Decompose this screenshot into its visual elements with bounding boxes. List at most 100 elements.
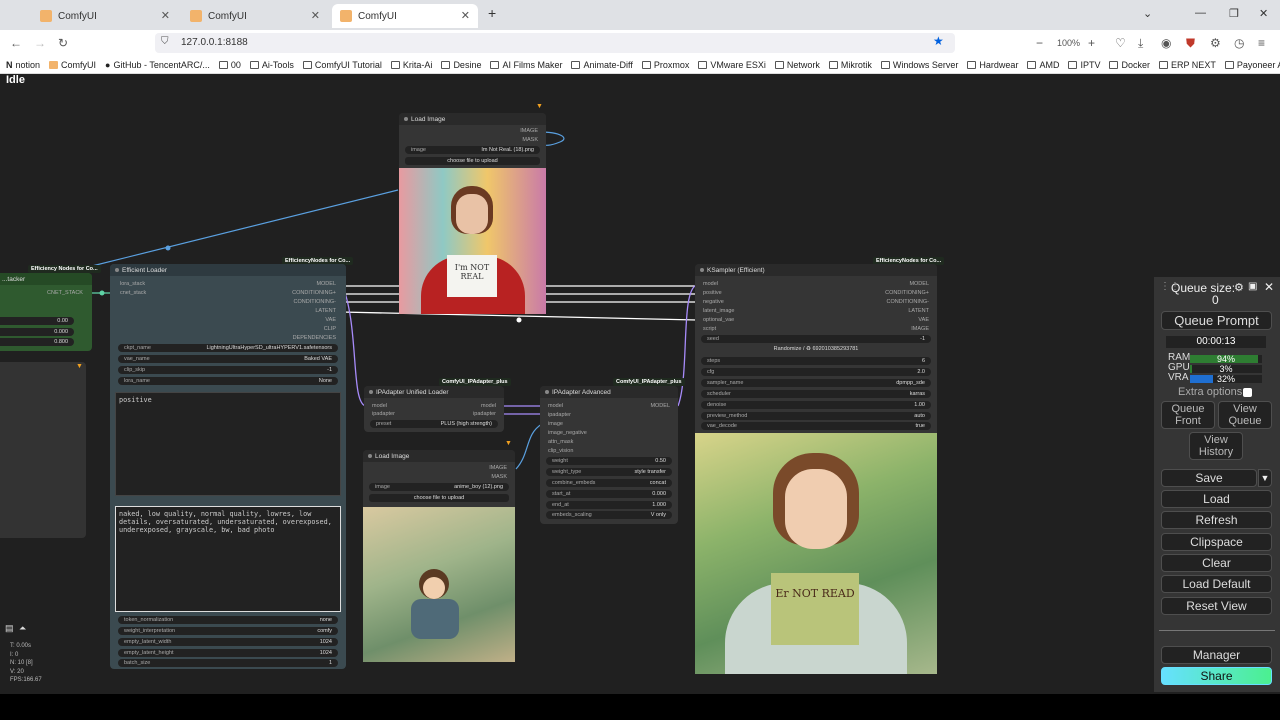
output-image[interactable]: IMAGE bbox=[520, 128, 538, 134]
reset-view-button[interactable]: Reset View bbox=[1161, 597, 1272, 615]
list-tabs-icon[interactable]: ⌄ bbox=[1143, 7, 1152, 20]
output-dependencies[interactable]: DEPENDENCIES bbox=[293, 335, 336, 341]
bell-icon[interactable]: ⏶ bbox=[19, 623, 26, 634]
output-image[interactable]: IMAGE bbox=[489, 465, 507, 471]
browser-tab-2[interactable]: ComfyUI ✕ bbox=[182, 4, 328, 28]
widget-sampler-name[interactable]: sampler_name dpmpp_sde bbox=[701, 379, 931, 387]
close-window-icon[interactable]: ✕ bbox=[1259, 7, 1268, 20]
widget-image-select[interactable]: image anime_boy (12).png bbox=[369, 483, 509, 491]
back-icon[interactable]: ← bbox=[10, 36, 22, 50]
ipadapter-unified-loader-node[interactable]: IPAdapter Unified Loader model ipadapter… bbox=[364, 386, 504, 432]
widget-seed[interactable]: seed -1 bbox=[701, 335, 931, 343]
widget-weight-interpretation[interactable]: weight_interpretation comfy bbox=[118, 627, 338, 635]
input-model[interactable]: model bbox=[703, 281, 718, 287]
node-title[interactable]: Load Image bbox=[399, 113, 546, 125]
zoom-out-icon[interactable]: − bbox=[1036, 36, 1043, 50]
bookmark-folder[interactable]: Hardwear bbox=[967, 60, 1018, 70]
widget-scheduler[interactable]: scheduler karras bbox=[701, 390, 931, 398]
bookmark-folder[interactable]: Windows Server bbox=[880, 60, 958, 70]
output-conditioning-pos[interactable]: CONDITIONING+ bbox=[885, 290, 929, 296]
output-conditioning-pos[interactable]: CONDITIONING+ bbox=[292, 290, 336, 296]
bookmark-folder[interactable]: Network bbox=[774, 60, 820, 70]
settings-gear-icon[interactable]: ⚙ bbox=[1234, 281, 1244, 294]
node-title[interactable]: Load Image bbox=[363, 450, 515, 462]
zoom-level[interactable]: 100% bbox=[1057, 38, 1080, 48]
randomize-seed-button[interactable]: Randomize / ♻ 692010385293781 bbox=[701, 346, 931, 352]
maximize-icon[interactable]: ❐ bbox=[1229, 7, 1239, 20]
output-vae[interactable]: VAE bbox=[325, 317, 336, 323]
output-image[interactable]: IMAGE bbox=[911, 326, 929, 332]
address-bar[interactable]: ⛉ 127.0.0.1:8188 ★ bbox=[155, 33, 955, 53]
bookmark-folder[interactable]: Mikrotik bbox=[828, 60, 872, 70]
negative-prompt-input[interactable]: naked, low quality, normal quality, lowr… bbox=[115, 506, 341, 612]
new-tab-icon[interactable]: + bbox=[488, 5, 496, 21]
input-ipadapter[interactable]: ipadapter bbox=[548, 412, 571, 418]
output-latent[interactable]: LATENT bbox=[315, 308, 336, 314]
history-icon[interactable]: ◷ bbox=[1234, 36, 1244, 50]
pin-icon[interactable]: ▼ bbox=[505, 440, 512, 447]
input-image-negative[interactable]: image_negative bbox=[548, 430, 587, 436]
account-icon[interactable]: ◉ bbox=[1161, 36, 1171, 50]
output-model[interactable]: model bbox=[481, 403, 496, 409]
output-model[interactable]: MODEL bbox=[316, 281, 336, 287]
bookmark-github[interactable]: ● GitHub - TencentARC/... bbox=[105, 60, 210, 70]
node-graph-canvas[interactable]: Idle ...tacker CNET_STACK 0.00 0.000 0.8… bbox=[0, 74, 1280, 694]
bookmark-folder[interactable]: ComfyUI Tutorial bbox=[302, 60, 382, 70]
bookmark-folder[interactable]: VMware ESXi bbox=[698, 60, 766, 70]
pin-icon[interactable]: ▼ bbox=[536, 103, 543, 110]
close-tab-icon[interactable]: ✕ bbox=[461, 9, 470, 22]
bookmark-star-icon[interactable]: ★ bbox=[933, 34, 944, 48]
upload-button[interactable]: choose file to upload bbox=[369, 494, 509, 502]
manager-button[interactable]: Manager bbox=[1161, 646, 1272, 664]
image-feed-icon[interactable]: ▣ bbox=[1248, 281, 1257, 292]
bookmark-folder[interactable]: ERP NEXT bbox=[1158, 60, 1216, 70]
widget-vae-decode[interactable]: vae_decode true bbox=[701, 422, 931, 430]
stacker-widget[interactable]: 0.800 bbox=[0, 338, 74, 346]
panel-toggle-icon[interactable]: ▤ bbox=[5, 623, 14, 634]
input-optional-vae[interactable]: optional_vae bbox=[703, 317, 734, 323]
widget-preview-method[interactable]: preview_method auto bbox=[701, 412, 931, 420]
upload-button[interactable]: choose file to upload bbox=[405, 157, 540, 165]
close-tab-icon[interactable]: ✕ bbox=[161, 9, 170, 22]
widget-image-select[interactable]: image Im Not ReaL (18).png bbox=[405, 146, 540, 154]
widget-lora-name[interactable]: lora_name None bbox=[118, 377, 338, 385]
bookmark-folder[interactable]: 00 bbox=[218, 60, 241, 70]
output-clip[interactable]: CLIP bbox=[324, 326, 336, 332]
node-title[interactable]: KSampler (Efficient) bbox=[695, 264, 937, 276]
output-conditioning-neg[interactable]: CONDITIONING- bbox=[887, 299, 929, 305]
output-ipadapter[interactable]: ipadapter bbox=[473, 411, 496, 417]
input-model[interactable]: model bbox=[548, 403, 563, 409]
minimize-icon[interactable]: — bbox=[1195, 7, 1206, 19]
input-latent-image[interactable]: latent_image bbox=[703, 308, 735, 314]
refresh-button[interactable]: Refresh bbox=[1161, 511, 1272, 529]
downloads-icon[interactable]: ⤓ bbox=[1138, 36, 1143, 51]
settings-gear-icon[interactable]: ⚙ bbox=[1210, 36, 1221, 50]
share-button[interactable]: Share bbox=[1161, 667, 1272, 685]
output-vae[interactable]: VAE bbox=[918, 317, 929, 323]
input-model[interactable]: model bbox=[372, 403, 387, 409]
pocket-icon[interactable]: ♡ bbox=[1115, 36, 1126, 50]
widget-token-normalization[interactable]: token_normalization none bbox=[118, 616, 338, 624]
widget-vae-name[interactable]: vae_name Baked VAE bbox=[118, 355, 338, 363]
output-cnet-stack[interactable]: CNET_STACK bbox=[47, 290, 83, 296]
collapsed-node[interactable] bbox=[0, 362, 86, 538]
shield-icon[interactable]: ⛉ bbox=[161, 36, 169, 47]
save-button[interactable]: Save bbox=[1161, 469, 1257, 487]
bookmark-comfyui[interactable]: ComfyUI bbox=[49, 60, 96, 70]
output-mask[interactable]: MASK bbox=[522, 137, 538, 143]
pin-icon[interactable]: ▼ bbox=[76, 363, 83, 370]
widget-end-at[interactable]: end_at 1.000 bbox=[546, 501, 672, 509]
queue-front-button[interactable]: Queue Front bbox=[1161, 401, 1215, 429]
bookmark-folder[interactable]: Payoneer Acc bbox=[1224, 60, 1280, 70]
output-mask[interactable]: MASK bbox=[491, 474, 507, 480]
save-dropdown-arrow-icon[interactable]: ▼ bbox=[1258, 469, 1272, 487]
output-conditioning-neg[interactable]: CONDITIONING- bbox=[294, 299, 336, 305]
ipadapter-advanced-node[interactable]: IPAdapter Advanced model ipadapter image… bbox=[540, 386, 678, 524]
widget-embeds-scaling[interactable]: embeds_scaling V only bbox=[546, 511, 672, 519]
input-script[interactable]: script bbox=[703, 326, 716, 332]
browser-tab-3[interactable]: ComfyUI ✕ bbox=[332, 4, 478, 28]
widget-ckpt-name[interactable]: ckpt_name LightningUltraHyperSD_ultraHYPE… bbox=[118, 344, 338, 352]
widget-weight-type[interactable]: weight_type style transfer bbox=[546, 468, 672, 476]
stacker-widget[interactable]: 0.000 bbox=[0, 328, 74, 336]
widget-empty-latent-height[interactable]: empty_latent_height 1024 bbox=[118, 649, 338, 657]
